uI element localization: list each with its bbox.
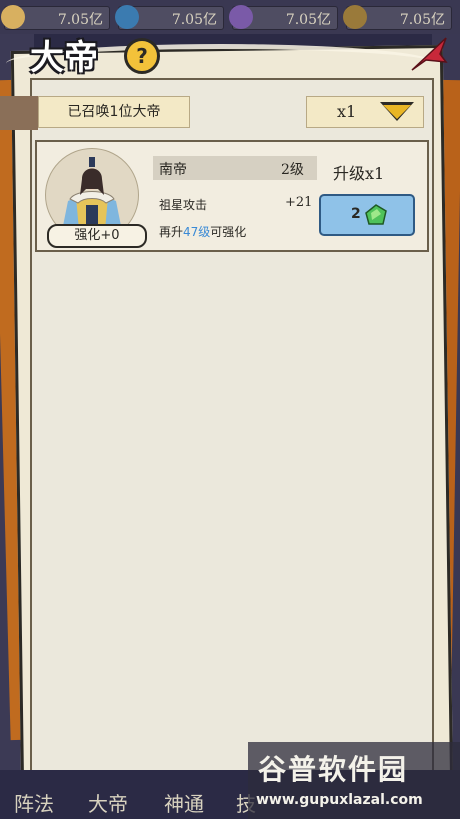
emperor-name: 南帝: [159, 162, 187, 178]
enhance-hint: 再升47级可强化: [159, 223, 246, 240]
multiplier-dropdown[interactable]: x1: [306, 96, 424, 128]
resource-counter-spirit: 7.05亿: [229, 5, 338, 30]
emperor-card: 强化+0 南帝 2级 祖星攻击 +21 再升47级可强化 升级x1 2: [35, 140, 429, 252]
upgrade-label: 升级x1: [333, 164, 385, 183]
enhance-level-badge: 强化+0: [47, 224, 147, 248]
jade-gem-icon: [365, 204, 387, 225]
tab-emperor[interactable]: 大帝: [88, 788, 128, 817]
resource-value: 7.05亿: [57, 12, 103, 28]
chevron-down-icon: [383, 105, 411, 119]
spirit-icon: [229, 5, 253, 29]
enhance-hint-suffix: 可强化: [210, 225, 247, 239]
resource-value: 7.05亿: [285, 12, 331, 28]
coin-icon: [1, 5, 25, 29]
summon-count-label: 已召唤1位大帝: [38, 96, 190, 128]
watermark-title: 谷普软件园: [258, 753, 409, 786]
close-icon: [411, 37, 448, 71]
crystal-icon: [343, 5, 367, 29]
emperor-level: 2级: [281, 162, 304, 178]
close-button[interactable]: [406, 32, 450, 76]
tab-formation[interactable]: 阵法: [14, 788, 54, 817]
resource-value: 7.05亿: [399, 12, 445, 28]
resource-counter-crystal: 7.05亿: [343, 5, 452, 30]
help-button[interactable]: ?: [124, 38, 160, 74]
upgrade-button[interactable]: 2: [319, 194, 415, 236]
resource-bar: 7.05亿 7.05亿 7.05亿 7.05亿: [0, 0, 460, 34]
orb-icon: [115, 5, 139, 29]
watermark-url: www.gupuxlazal.com: [256, 792, 423, 808]
resource-counter-orb: 7.05亿: [115, 5, 224, 30]
player-avatar: [0, 96, 38, 130]
upgrade-cost: 2: [351, 206, 361, 222]
stat-name: 祖星攻击: [159, 198, 208, 212]
stat-value: +21: [285, 195, 313, 210]
resource-counter-gold: 7.05亿: [1, 5, 110, 30]
page-title: 大帝: [30, 38, 98, 78]
resource-value: 7.05亿: [171, 12, 217, 28]
enhance-hint-prefix: 再升: [159, 225, 184, 239]
tab-divine-power[interactable]: 神通: [164, 788, 204, 817]
multiplier-value: x1: [337, 102, 357, 121]
watermark: 谷普软件园 www.gupuxlazal.com: [248, 742, 460, 819]
enhance-hint-level: 47级: [183, 225, 211, 239]
